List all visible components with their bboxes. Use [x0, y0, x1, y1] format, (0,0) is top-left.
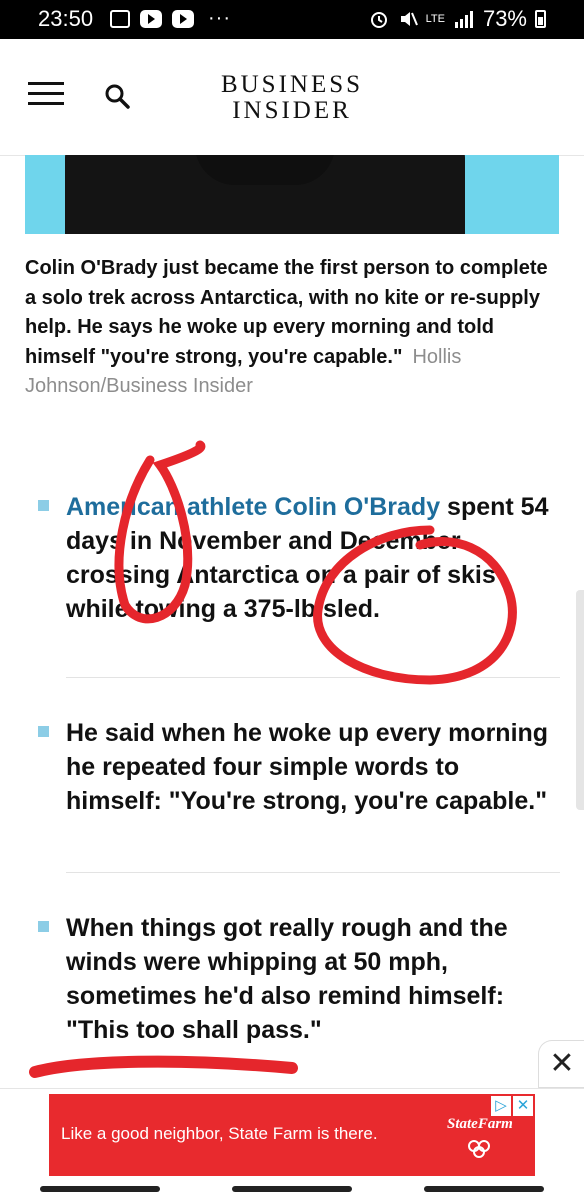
- ad-close-button[interactable]: ✕: [538, 1040, 584, 1088]
- ad-text: Like a good neighbor, State Farm is ther…: [61, 1124, 378, 1143]
- ad-banner[interactable]: Like a good neighbor, State Farm is ther…: [49, 1094, 535, 1176]
- divider: [66, 677, 560, 678]
- status-time: 23:50: [38, 6, 94, 31]
- battery-icon: [535, 10, 546, 28]
- annotation-underline: [29, 1055, 298, 1078]
- logo-line-1: BUSINESS: [220, 71, 364, 98]
- site-logo[interactable]: BUSINESS INSIDER: [212, 72, 372, 124]
- gallery-icon: [110, 9, 130, 28]
- key-point-text: American athlete Colin O'Brady spent 54 …: [66, 490, 560, 626]
- nav-home-handle[interactable]: [232, 1186, 352, 1192]
- more-notifications-icon: ···: [208, 7, 231, 29]
- youtube-icon: [172, 9, 194, 28]
- mute-icon: [400, 12, 418, 26]
- site-header: BUSINESS INSIDER: [0, 39, 584, 156]
- key-point-text: He said when he woke up every morning he…: [66, 719, 549, 815]
- system-nav-bar: [0, 1182, 584, 1200]
- search-icon[interactable]: [104, 83, 130, 109]
- caption-text: Colin O'Brady just became the first pers…: [25, 257, 548, 368]
- battery-level: 73%: [482, 6, 527, 31]
- key-point-text: When things got really rough and the win…: [66, 914, 508, 1044]
- hero-image: [25, 155, 559, 234]
- youtube-icon: [140, 9, 162, 28]
- ad-choices-icon[interactable]: ▷: [491, 1096, 511, 1116]
- signal-icon: [454, 11, 473, 28]
- nav-back-handle[interactable]: [40, 1186, 160, 1192]
- ad-choices[interactable]: ▷ ✕: [491, 1096, 533, 1116]
- ad-dismiss-icon[interactable]: ✕: [513, 1096, 533, 1116]
- network-type: LTE: [425, 13, 445, 25]
- bullet-marker: [38, 500, 49, 511]
- status-right: LTE 73%: [368, 6, 546, 32]
- ad-brand-logo: StateFarm: [447, 1116, 513, 1132]
- divider: [66, 872, 560, 873]
- status-bar: 23:50 ··· LTE 73%: [0, 0, 584, 39]
- logo-line-2: INSIDER: [232, 97, 352, 124]
- bullet-marker: [38, 921, 49, 932]
- nav-recents-handle[interactable]: [424, 1186, 544, 1192]
- image-caption: Colin O'Brady just became the first pers…: [25, 254, 555, 402]
- bullet-marker: [38, 726, 49, 737]
- scrollbar[interactable]: [576, 590, 584, 810]
- notification-icons: ···: [110, 7, 231, 30]
- menu-icon[interactable]: [28, 82, 64, 106]
- statefarm-rings-icon: [468, 1140, 490, 1158]
- athlete-link[interactable]: American athlete Colin O'Brady: [66, 493, 440, 521]
- alarm-icon: [370, 12, 387, 28]
